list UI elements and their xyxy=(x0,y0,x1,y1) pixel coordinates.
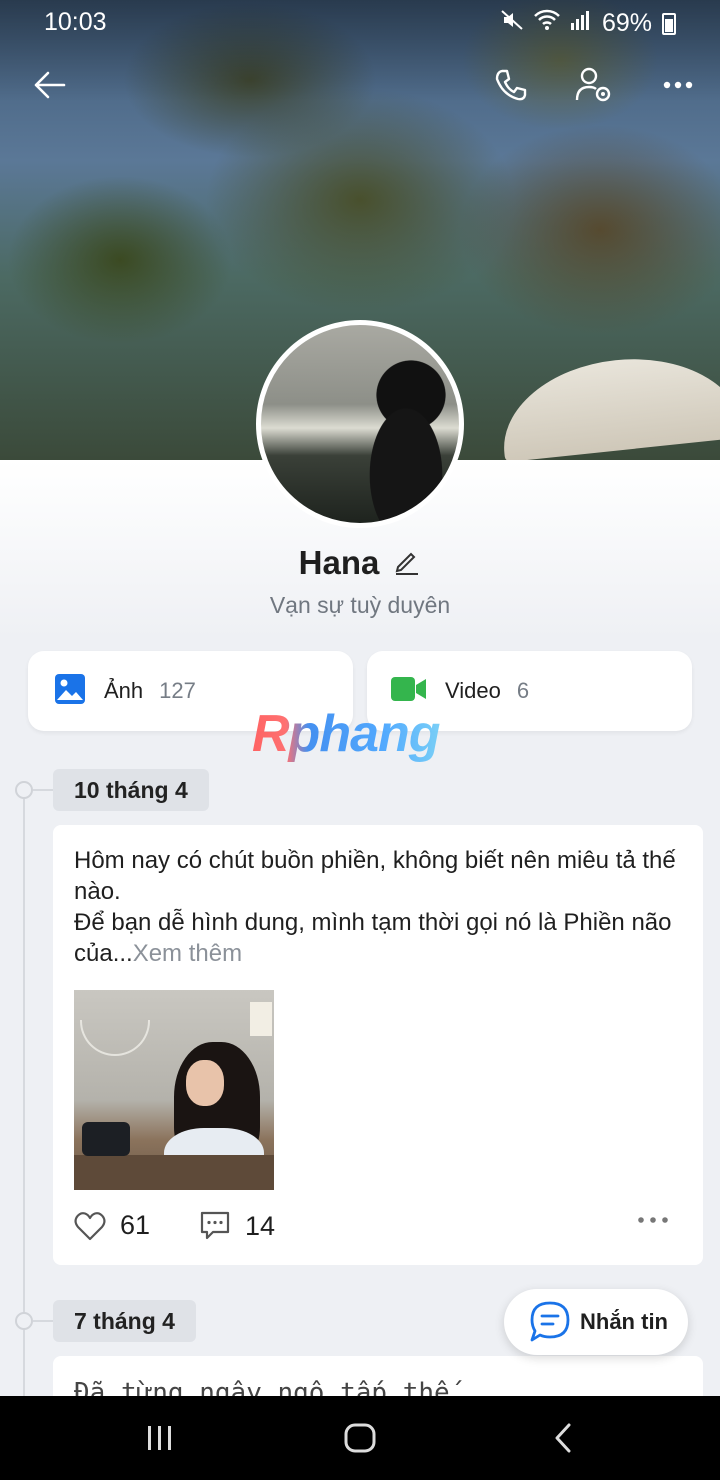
photo-gallery-icon xyxy=(54,673,86,710)
signal-icon xyxy=(570,9,592,38)
heart-icon xyxy=(74,1211,106,1240)
top-nav xyxy=(0,60,720,110)
profile-bio: Vạn sự tuỳ duyên xyxy=(269,592,451,618)
photo-bag xyxy=(82,1122,130,1156)
comment-button[interactable]: 14 xyxy=(199,1210,275,1242)
chat-bubble-icon xyxy=(530,1301,570,1342)
timeline-connector xyxy=(33,1320,53,1322)
phone-icon[interactable] xyxy=(486,60,536,110)
video-camera-icon xyxy=(391,676,427,707)
photos-count: 127 xyxy=(159,678,196,703)
date-chip: 7 tháng 4 xyxy=(53,1300,196,1342)
like-button[interactable]: 61 xyxy=(74,1210,150,1241)
videos-label: Video xyxy=(445,678,501,703)
user-settings-icon[interactable] xyxy=(569,60,619,110)
battery-icon xyxy=(662,12,676,35)
post-text[interactable]: Hôm nay có chút buồn phiền, không biết n… xyxy=(74,845,686,969)
photos-label: Ảnh xyxy=(104,678,144,703)
avatar[interactable] xyxy=(256,320,464,528)
system-nav-bar xyxy=(0,1396,720,1480)
wifi-icon xyxy=(534,9,560,38)
comment-count: 14 xyxy=(245,1210,276,1241)
message-button-label: Nhắn tin xyxy=(580,1309,668,1334)
message-button[interactable]: Nhắn tin xyxy=(504,1289,688,1355)
like-count: 61 xyxy=(120,1210,151,1240)
more-icon[interactable] xyxy=(653,60,703,110)
photo-table xyxy=(74,1155,274,1190)
date-chip: 10 tháng 4 xyxy=(53,769,209,811)
back-nav-icon[interactable] xyxy=(543,1418,583,1458)
photo-wall-sketch xyxy=(80,1020,150,1056)
photo-sign xyxy=(250,1002,272,1036)
post-more-icon[interactable] xyxy=(637,1216,669,1224)
profile-name-row: Hana xyxy=(0,544,720,582)
post-text: Đã từng ngây ngô tấp thế xyxy=(74,1378,450,1396)
battery-percent: 69% xyxy=(601,9,652,37)
timeline-connector xyxy=(33,789,53,791)
timeline-dot xyxy=(15,781,33,799)
videos-count: 6 xyxy=(516,678,530,703)
mute-icon xyxy=(500,8,524,39)
recent-apps-icon[interactable] xyxy=(140,1418,180,1458)
status-bar: 10:03 69% xyxy=(0,0,720,44)
watermark-logo: Rphang xyxy=(252,705,441,763)
post-card[interactable]: Hôm nay có chút buồn phiền, không biết n… xyxy=(53,825,703,1265)
photo-person-face xyxy=(186,1060,224,1106)
post-photo[interactable] xyxy=(74,990,274,1190)
see-more-link[interactable]: Xem thêm xyxy=(133,940,242,967)
timeline-dot xyxy=(15,1312,33,1330)
post-card[interactable]: Đã từng ngây ngô tấp thế xyxy=(53,1356,703,1396)
home-icon[interactable] xyxy=(340,1418,380,1458)
edit-pencil-icon[interactable] xyxy=(393,547,421,580)
back-arrow-icon[interactable] xyxy=(24,60,74,110)
post-actions: 61 14 xyxy=(74,1210,686,1250)
comment-icon xyxy=(200,1211,230,1240)
post-text-line1: Hôm nay có chút buồn phiền, không biết n… xyxy=(74,847,676,905)
profile-name: Hana xyxy=(298,544,380,581)
status-time: 10:03 xyxy=(44,8,107,36)
cover-umbrella xyxy=(495,347,720,460)
timeline-line xyxy=(23,790,25,1400)
